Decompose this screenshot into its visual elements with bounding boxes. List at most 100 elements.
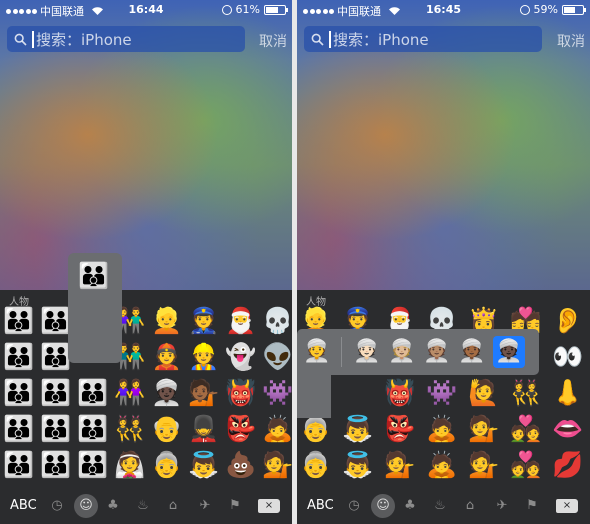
emoji-key[interactable]: 💑 bbox=[509, 448, 543, 482]
emoji-key[interactable]: 👪 bbox=[2, 340, 36, 374]
cancel-button[interactable]: 取消 bbox=[259, 31, 287, 51]
skin-tone-option[interactable]: 👳 bbox=[301, 336, 333, 368]
smiley-icon[interactable]: ☺ bbox=[74, 494, 98, 518]
text-cursor bbox=[32, 30, 34, 48]
search-placeholder: 搜索：iPhone bbox=[36, 30, 132, 49]
emoji-key[interactable]: 👵 bbox=[150, 448, 184, 482]
battery-icon bbox=[562, 4, 586, 15]
emoji-key[interactable]: 💁 bbox=[261, 448, 292, 482]
phone-screen-right: 中国联通 16:45 59% 搜索：iPhone 取消 人物 👱👵👵👮👼👼🎅👹👹… bbox=[297, 0, 590, 524]
emoji-key[interactable]: 👪 bbox=[76, 448, 110, 482]
emoji-key[interactable]: 👪 bbox=[76, 412, 110, 446]
skin-tone-picker: 👳 👳🏻 👳🏼 👳🏽 👳🏾 👳🏿 bbox=[297, 329, 539, 375]
text-cursor bbox=[329, 30, 331, 48]
nature-icon[interactable]: ♣ bbox=[401, 497, 419, 515]
emoji-key[interactable]: 💁 bbox=[467, 448, 501, 482]
emoji-keyboard: 人物 👪👪👪👪👪👪👪👪👪👪👪👪👪👪👫👬👭👯👰👱👲👳🏿👴👵👮👷💁🏾💂👼🎅👻👹👺💩💀… bbox=[0, 290, 292, 524]
places-icon[interactable]: ⌂ bbox=[164, 497, 182, 515]
emoji-key[interactable]: 👪 bbox=[39, 412, 73, 446]
emoji-key[interactable]: 👺 bbox=[383, 412, 417, 446]
rotation-lock-icon bbox=[519, 4, 530, 15]
delete-key[interactable]: × bbox=[556, 499, 578, 513]
symbols-icon[interactable]: ⚑ bbox=[226, 497, 244, 515]
emoji-key[interactable]: 👪 bbox=[39, 376, 73, 410]
objects-icon[interactable]: ♨ bbox=[431, 497, 449, 515]
emoji-key[interactable]: 👪 bbox=[2, 448, 36, 482]
emoji-key[interactable]: 🙇 bbox=[261, 412, 292, 446]
emoji-key[interactable]: 💩 bbox=[224, 448, 258, 482]
abc-key[interactable]: ABC bbox=[10, 498, 37, 513]
battery-percent: 61% bbox=[235, 3, 260, 16]
cancel-button[interactable]: 取消 bbox=[557, 31, 585, 51]
search-icon bbox=[311, 33, 324, 46]
emoji-key[interactable]: 👂 bbox=[551, 304, 585, 338]
emoji-key[interactable]: 👯 bbox=[113, 412, 147, 446]
emoji-key[interactable]: 🙋 bbox=[467, 376, 501, 410]
skin-tone-option[interactable]: 👳🏽 bbox=[421, 336, 453, 368]
emoji-key[interactable]: 💋 bbox=[551, 448, 585, 482]
emoji-key[interactable]: 👰 bbox=[113, 448, 147, 482]
phone-screen-left: 中国联通 16:44 61% 搜索：iPhone 取消 人物 👪 👪 👪 👪 👪 👪 👪 👪 👪… bbox=[0, 0, 292, 524]
emoji-key[interactable]: 👲 bbox=[150, 340, 184, 374]
abc-key[interactable]: ABC bbox=[307, 498, 334, 513]
emoji-key[interactable]: 👹 bbox=[224, 376, 258, 410]
emoji-key[interactable]: 💁 bbox=[467, 412, 501, 446]
emoji-key[interactable]: 👃 bbox=[551, 376, 585, 410]
search-icon bbox=[14, 33, 27, 46]
emoji-key[interactable]: 💂 bbox=[187, 412, 221, 446]
emoji-key[interactable]: 🙇 bbox=[425, 412, 459, 446]
emoji-key[interactable]: 👪 bbox=[2, 412, 36, 446]
emoji-key[interactable]: 💀 bbox=[261, 304, 292, 338]
recent-icon[interactable]: ◷ bbox=[48, 497, 66, 515]
emoji-key[interactable]: 💑 bbox=[509, 412, 543, 446]
delete-key[interactable]: × bbox=[258, 499, 280, 513]
emoji-key[interactable]: 👳🏿 bbox=[150, 376, 184, 410]
search-row: 搜索：iPhone 取消 bbox=[0, 24, 292, 54]
emoji-key[interactable]: 💁🏾 bbox=[187, 376, 221, 410]
emoji-key[interactable]: 👵 bbox=[299, 448, 333, 482]
emoji-key[interactable]: 👻 bbox=[224, 340, 258, 374]
emoji-key[interactable]: 👀 bbox=[551, 340, 585, 374]
emoji-key[interactable]: 👼 bbox=[341, 448, 375, 482]
emoji-key[interactable]: 👽 bbox=[261, 340, 292, 374]
search-row: 搜索：iPhone 取消 bbox=[297, 24, 590, 54]
symbols-icon[interactable]: ⚑ bbox=[523, 497, 541, 515]
nature-icon[interactable]: ♣ bbox=[104, 497, 122, 515]
travel-icon[interactable]: ✈ bbox=[493, 497, 511, 515]
places-icon[interactable]: ⌂ bbox=[461, 497, 479, 515]
emoji-key[interactable]: 👼 bbox=[341, 412, 375, 446]
emoji-key[interactable]: 👪 bbox=[2, 304, 36, 338]
emoji-key[interactable]: 👴 bbox=[150, 412, 184, 446]
emoji-key[interactable]: 👪 bbox=[76, 376, 110, 410]
emoji-key[interactable]: 👹 bbox=[383, 376, 417, 410]
emoji-key[interactable]: 👭 bbox=[113, 376, 147, 410]
emoji-key[interactable]: 👮 bbox=[187, 304, 221, 338]
travel-icon[interactable]: ✈ bbox=[196, 497, 214, 515]
skin-tone-option[interactable]: 👳🏼 bbox=[386, 336, 418, 368]
search-input[interactable]: 搜索：iPhone bbox=[304, 26, 542, 52]
status-bar: 中国联通 16:45 59% bbox=[297, 0, 590, 20]
preview-emoji: 👪 bbox=[78, 261, 110, 290]
search-placeholder: 搜索：iPhone bbox=[333, 30, 429, 49]
emoji-key[interactable]: 👪 bbox=[39, 448, 73, 482]
emoji-key[interactable]: 👯 bbox=[509, 376, 543, 410]
skin-tone-option[interactable]: 👳🏻 bbox=[351, 336, 383, 368]
variant-popup-stem bbox=[297, 370, 331, 418]
recent-icon[interactable]: ◷ bbox=[345, 497, 363, 515]
emoji-key[interactable]: 👾 bbox=[261, 376, 292, 410]
emoji-key[interactable]: 👷 bbox=[187, 340, 221, 374]
search-input[interactable]: 搜索：iPhone bbox=[7, 26, 245, 52]
emoji-key[interactable]: 👄 bbox=[551, 412, 585, 446]
emoji-key[interactable]: 👱 bbox=[150, 304, 184, 338]
emoji-key[interactable]: 🎅 bbox=[224, 304, 258, 338]
emoji-key[interactable]: 💁 bbox=[383, 448, 417, 482]
emoji-key[interactable]: 👺 bbox=[224, 412, 258, 446]
emoji-key[interactable]: 👾 bbox=[425, 376, 459, 410]
skin-tone-option[interactable]: 👳🏾 bbox=[456, 336, 488, 368]
emoji-key[interactable]: 🙇 bbox=[425, 448, 459, 482]
emoji-key[interactable]: 👪 bbox=[2, 376, 36, 410]
emoji-key[interactable]: 👼 bbox=[187, 448, 221, 482]
skin-tone-option[interactable]: 👳🏿 bbox=[493, 336, 525, 368]
smiley-icon[interactable]: ☺ bbox=[371, 494, 395, 518]
objects-icon[interactable]: ♨ bbox=[134, 497, 152, 515]
